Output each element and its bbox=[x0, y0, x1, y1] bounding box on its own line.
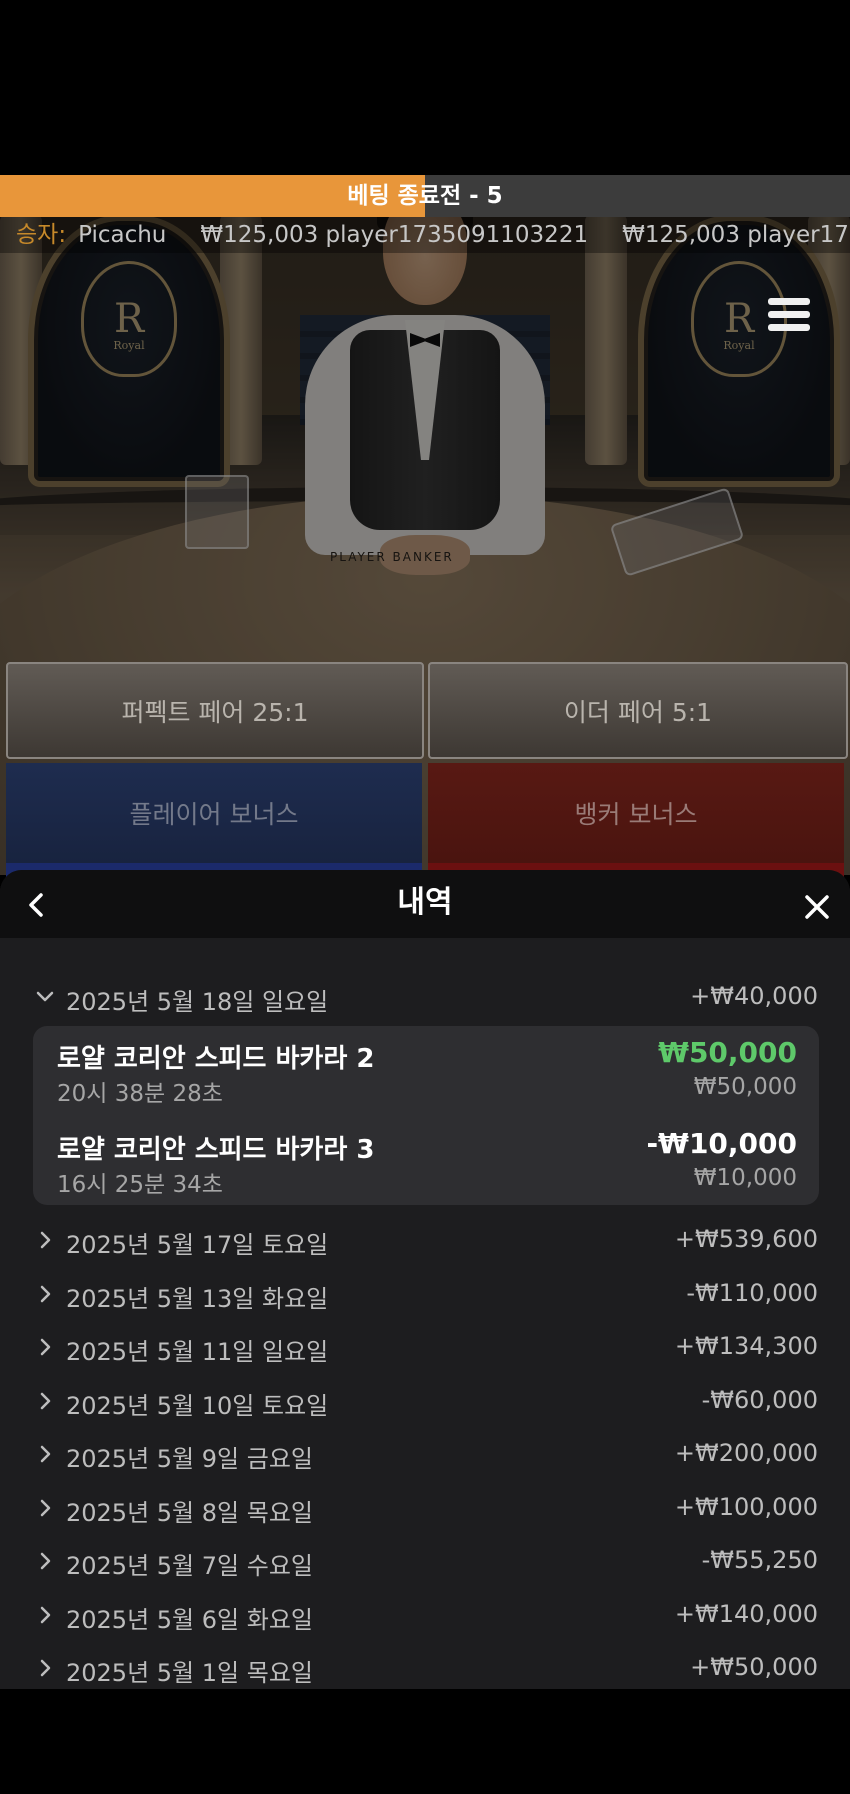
bet-player-bonus[interactable]: 플레이어 보너스 bbox=[6, 763, 422, 863]
bet-label: 뱅커 보너스 bbox=[574, 800, 698, 829]
day-date: 2025년 5월 1일 목요일 bbox=[66, 1659, 313, 1687]
bet-stake: ₩50,000 bbox=[693, 1074, 797, 1100]
bet-time: 20시 38분 28초 bbox=[57, 1081, 223, 1107]
bet-stake: ₩10,000 bbox=[693, 1165, 797, 1191]
chevron-right-icon bbox=[40, 1659, 51, 1677]
day-total: +₩40,000 bbox=[690, 982, 818, 1010]
sheet-title: 내역 bbox=[397, 885, 453, 920]
chevron-down-icon bbox=[36, 991, 54, 1002]
day-detail-panel: 로얄 코리안 스피드 바카라 2 20시 38분 28초 ₩50,000 ₩50… bbox=[33, 1026, 819, 1205]
history-sheet: 내역 2025년 5월 18일 일요일 +₩40,000 로얄 코리안 스피드 … bbox=[0, 870, 850, 1689]
history-day-row[interactable]: 2025년 5월 8일 목요일 +₩100,000 bbox=[0, 1483, 850, 1533]
winners-label: 승자: bbox=[16, 222, 67, 248]
history-day-row[interactable]: 2025년 5월 7일 수요일 -₩55,250 bbox=[0, 1536, 850, 1586]
winners-ticker: 승자: Picachu ₩125,003 player1735091103221 ₩1… bbox=[0, 217, 850, 253]
bet-either-pair[interactable]: 이더 페어 5:1 bbox=[428, 662, 848, 759]
day-date: 2025년 5월 18일 일요일 bbox=[66, 988, 329, 1016]
bet-time: 16시 25분 34초 bbox=[57, 1172, 223, 1198]
winner-name: player17350 bbox=[747, 222, 850, 248]
bet-entry[interactable]: 로얄 코리안 스피드 바카라 3 16시 25분 34초 -₩10,000 ₩1… bbox=[57, 1119, 797, 1199]
bet-result: ₩50,000 bbox=[658, 1036, 797, 1069]
history-day-row[interactable]: 2025년 5월 1일 목요일 +₩50,000 bbox=[0, 1643, 850, 1689]
bet-perfect-pair[interactable]: 퍼펙트 페어 25:1 bbox=[6, 662, 424, 759]
winner-amount: ₩125,003 bbox=[200, 222, 319, 248]
chevron-right-icon bbox=[40, 1606, 51, 1623]
day-date: 2025년 5월 17일 토요일 bbox=[66, 1231, 329, 1259]
history-day-row[interactable]: 2025년 5월 11일 일요일 +₩134,300 bbox=[0, 1322, 850, 1372]
day-date: 2025년 5월 10일 토요일 bbox=[66, 1391, 329, 1420]
chevron-right-icon bbox=[40, 1445, 51, 1463]
bet-label: 퍼펙트 페어 25:1 bbox=[121, 697, 309, 727]
bet-entry[interactable]: 로얄 코리안 스피드 바카라 2 20시 38분 28초 ₩50,000 ₩50… bbox=[57, 1028, 797, 1108]
day-date: 2025년 5월 13일 화요일 bbox=[66, 1284, 329, 1313]
winner-name: Picachu bbox=[78, 222, 167, 248]
winner-name: player1735091103221 bbox=[325, 222, 589, 248]
chevron-right-icon bbox=[40, 1392, 51, 1409]
history-day-row[interactable]: 2025년 5월 17일 토요일 +₩539,600 bbox=[0, 1215, 850, 1265]
bet-label: 이더 페어 5:1 bbox=[563, 697, 713, 727]
betting-timer-bar: 베팅 종료전 - 5 bbox=[0, 175, 850, 217]
day-total: +₩539,600 bbox=[674, 1225, 818, 1253]
day-date: 2025년 5월 8일 목요일 bbox=[66, 1498, 313, 1527]
bet-banker-bonus[interactable]: 뱅커 보너스 bbox=[428, 763, 844, 863]
hamburger-menu-icon[interactable] bbox=[768, 298, 810, 338]
history-day-row[interactable]: 2025년 5월 10일 토요일 -₩60,000 bbox=[0, 1376, 850, 1426]
timer-text: 베팅 종료전 - 5 bbox=[347, 183, 503, 209]
day-total: +₩100,000 bbox=[674, 1492, 818, 1521]
day-total: +₩50,000 bbox=[690, 1653, 818, 1681]
day-date: 2025년 5월 11일 일요일 bbox=[66, 1338, 329, 1366]
chevron-right-icon bbox=[40, 1231, 51, 1249]
history-day-row[interactable]: 2025년 5월 6일 화요일 +₩140,000 bbox=[0, 1590, 850, 1640]
day-date: 2025년 5월 6일 화요일 bbox=[66, 1605, 313, 1634]
day-total: +₩134,300 bbox=[674, 1332, 818, 1360]
close-icon[interactable] bbox=[800, 890, 834, 924]
day-date: 2025년 5월 9일 금요일 bbox=[66, 1445, 313, 1473]
day-total: +₩200,000 bbox=[674, 1439, 818, 1467]
chevron-right-icon bbox=[40, 1552, 51, 1570]
bet-result: -₩10,000 bbox=[646, 1127, 797, 1160]
bet-label: 플레이어 보너스 bbox=[129, 800, 299, 829]
sheet-header: 내역 bbox=[0, 870, 850, 938]
day-total: -₩55,250 bbox=[701, 1546, 818, 1574]
chevron-right-icon bbox=[40, 1285, 51, 1302]
day-total: -₩110,000 bbox=[686, 1278, 818, 1307]
day-total: -₩60,000 bbox=[701, 1385, 818, 1414]
day-total: +₩140,000 bbox=[674, 1599, 818, 1628]
day-date: 2025년 5월 7일 수요일 bbox=[66, 1552, 313, 1580]
winner-amount: ₩125,003 bbox=[622, 222, 740, 248]
history-day-row[interactable]: 2025년 5월 9일 금요일 +₩200,000 bbox=[0, 1429, 850, 1479]
game-name: 로얄 코리안 스피드 바카라 2 bbox=[57, 1044, 375, 1074]
history-day-row[interactable]: 2025년 5월 13일 화요일 -₩110,000 bbox=[0, 1269, 850, 1319]
game-name: 로얄 코리안 스피드 바카라 3 bbox=[57, 1135, 375, 1165]
chevron-right-icon bbox=[40, 1338, 51, 1356]
chevron-right-icon bbox=[40, 1499, 51, 1516]
history-day-row[interactable]: 2025년 5월 18일 일요일 +₩40,000 bbox=[0, 972, 850, 1022]
